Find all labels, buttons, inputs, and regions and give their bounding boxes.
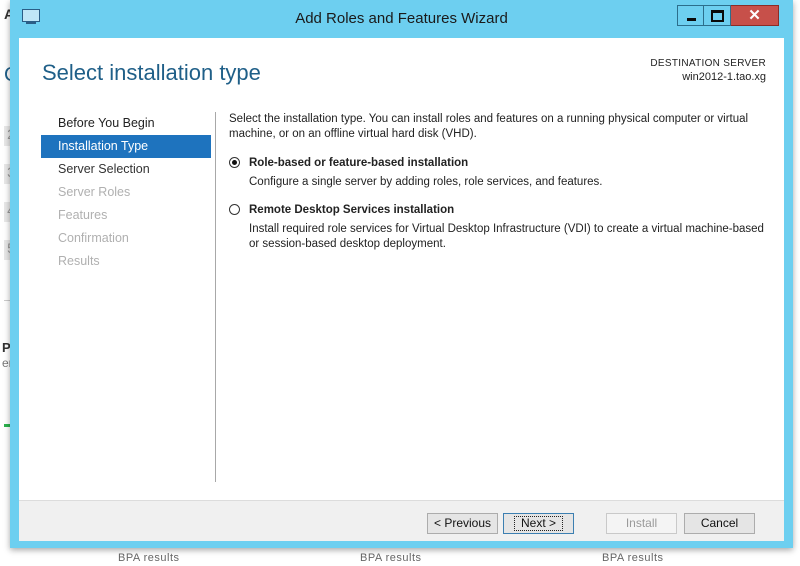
intro-text: Select the installation type. You can in…	[229, 113, 749, 140]
close-icon: ✕	[748, 7, 761, 24]
role-based-radio[interactable]	[229, 157, 240, 168]
option-title[interactable]: Role-based or feature-based installation	[249, 156, 769, 170]
background-bpa-label: BPA results	[360, 552, 422, 564]
nav-divider	[215, 112, 216, 482]
title-bar[interactable]: Add Roles and Features Wizard ✕	[10, 0, 793, 38]
close-button[interactable]: ✕	[731, 5, 779, 26]
wizard-client-area: Select installation type DESTINATION SER…	[19, 38, 784, 541]
option-title[interactable]: Remote Desktop Services installation	[249, 203, 769, 217]
minimize-icon	[687, 18, 696, 21]
wizard-footer: < Previous Next > Install Cancel	[19, 500, 784, 541]
install-button: Install	[606, 513, 677, 534]
option-role-based[interactable]: Role-based or feature-based installation…	[229, 156, 769, 190]
nav-item-server-selection[interactable]: Server Selection	[41, 158, 211, 181]
installation-type-panel: Select the installation type. You can in…	[229, 112, 769, 252]
option-remote-desktop[interactable]: Remote Desktop Services installation Ins…	[229, 203, 769, 252]
window-title: Add Roles and Features Wizard	[295, 10, 508, 27]
wizard-step-nav: Before You Begin Installation Type Serve…	[41, 112, 211, 273]
nav-item-results: Results	[58, 254, 100, 268]
background-bpa-label: BPA results	[602, 552, 664, 564]
nav-item-before-you-begin[interactable]: Before You Begin	[41, 112, 211, 135]
maximize-icon	[711, 10, 724, 22]
destination-server-value: win2012-1.tao.xg	[682, 71, 766, 83]
previous-button[interactable]: < Previous	[427, 513, 498, 534]
page-title: Select installation type	[42, 60, 261, 85]
minimize-button[interactable]	[677, 5, 704, 26]
option-description: Install required role services for Virtu…	[249, 223, 764, 250]
wizard-window: Add Roles and Features Wizard ✕ Select i…	[10, 0, 793, 548]
next-button-label: Next >	[513, 516, 563, 531]
next-button[interactable]: Next >	[503, 513, 574, 534]
remote-desktop-radio[interactable]	[229, 204, 240, 215]
maximize-button[interactable]	[704, 5, 731, 26]
nav-item-server-roles: Server Roles	[58, 185, 131, 199]
destination-server-label: DESTINATION SERVER	[650, 58, 766, 69]
nav-item-confirmation: Confirmation	[58, 231, 129, 245]
nav-item-installation-type[interactable]: Installation Type	[41, 135, 211, 158]
nav-item-features: Features	[58, 208, 108, 222]
cancel-button[interactable]: Cancel	[684, 513, 755, 534]
option-description: Configure a single server by adding role…	[249, 176, 603, 188]
background-bpa-label: BPA results	[118, 552, 180, 564]
